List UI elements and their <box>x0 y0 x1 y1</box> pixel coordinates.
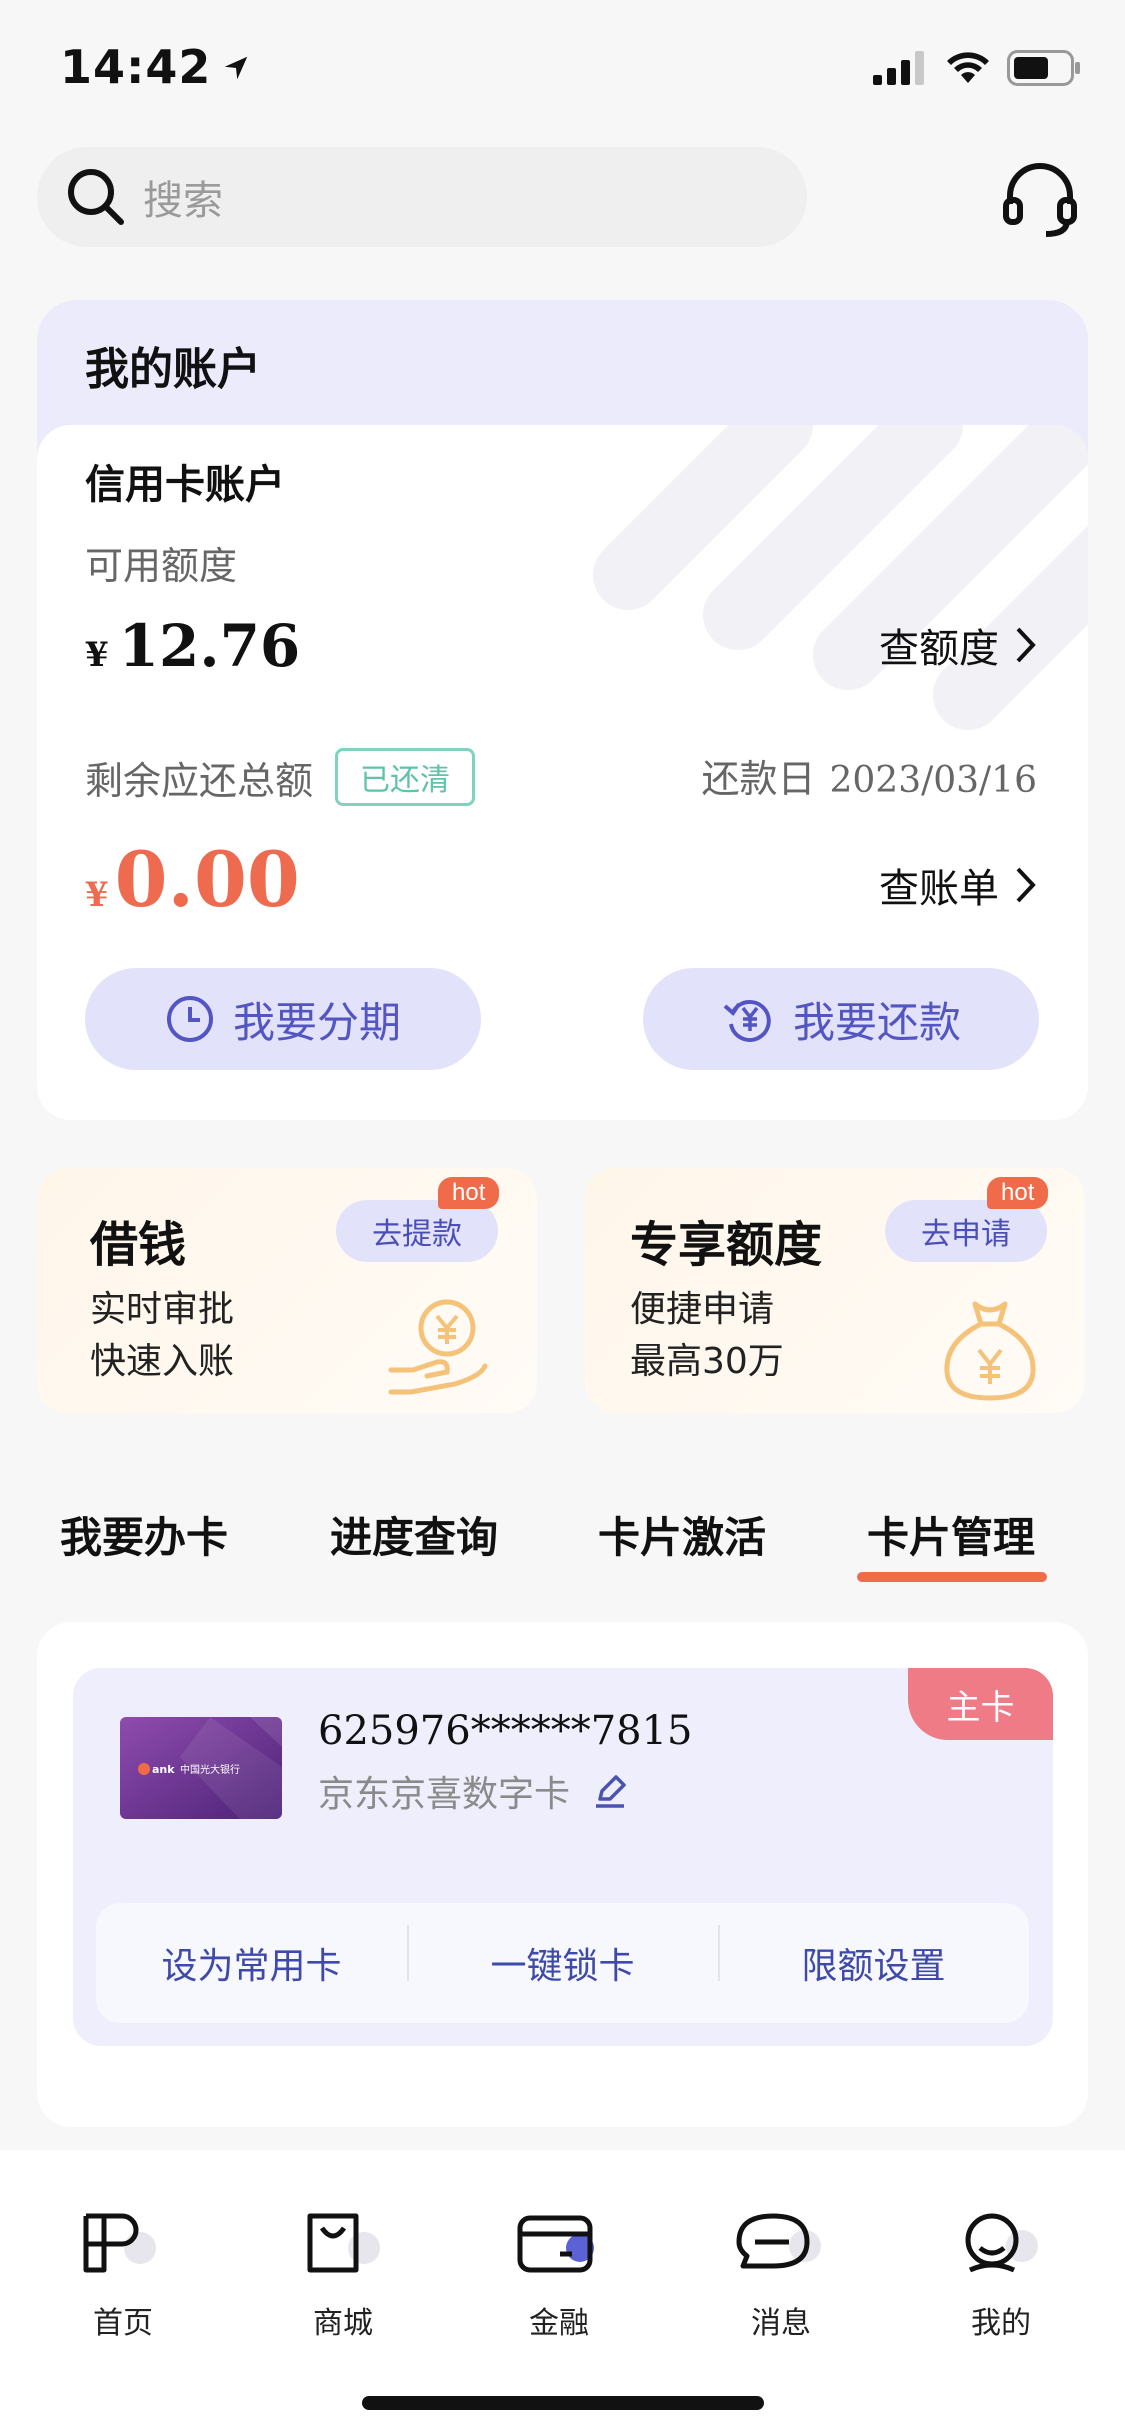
repay-button[interactable]: 我要还款 <box>643 968 1039 1070</box>
credit-account-title: 信用卡账户 <box>85 462 285 508</box>
card-number: 625976******7815 <box>318 1708 693 1754</box>
nav-home[interactable]: 首页 <box>53 2210 193 2342</box>
tab-progress[interactable]: 进度查询 <box>330 1504 498 1565</box>
withdraw-button[interactable]: 去提款 <box>336 1200 498 1262</box>
paid-badge: 已还清 <box>335 748 476 806</box>
search-input[interactable]: 搜索 <box>37 147 807 247</box>
signal-icon <box>873 51 924 85</box>
apply-button[interactable]: 去申请 <box>885 1200 1047 1262</box>
tab-activate[interactable]: 卡片激活 <box>598 1504 766 1565</box>
nav-finance[interactable]: 金融 <box>489 2210 629 2342</box>
chat-icon <box>736 2213 821 2269</box>
account-title: 我的账户 <box>85 344 261 395</box>
chevron-right-icon <box>1016 867 1036 903</box>
check-bill-link[interactable]: 查账单 <box>879 856 1037 914</box>
lock-card-button[interactable]: 一键锁卡 <box>407 1925 718 1989</box>
wallet-icon <box>517 2215 594 2273</box>
card-thumb-bank: 中国光大银行 <box>180 1763 240 1776</box>
due-date: 还款日 2023/03/16 <box>701 757 1037 801</box>
edit-icon[interactable] <box>592 1773 628 1809</box>
card-actions: 设为常用卡 一键锁卡 限额设置 <box>96 1903 1029 2023</box>
remaining-amount: ¥0.00 <box>85 835 300 924</box>
wifi-icon <box>947 52 989 83</box>
user-icon <box>965 2213 1038 2273</box>
chevron-right-icon <box>1016 627 1036 663</box>
limit-settings-button[interactable]: 限额设置 <box>718 1925 1029 1989</box>
available-limit-label: 可用额度 <box>85 544 238 588</box>
promo-exclusive-line-1: 便捷申请 <box>630 1289 775 1330</box>
tab-apply-card[interactable]: 我要办卡 <box>60 1504 228 1565</box>
status-time: 14:42 <box>60 40 251 94</box>
home-icon <box>83 2213 156 2273</box>
promo-exclusive-title: 专享额度 <box>630 1217 823 1273</box>
check-limit-link[interactable]: 查额度 <box>879 616 1037 674</box>
promo-borrow-line-2: 快速入账 <box>90 1341 235 1382</box>
shopping-bag-icon <box>307 2213 380 2273</box>
location-arrow-icon <box>221 40 251 94</box>
svg-text:ank: ank <box>152 1763 175 1776</box>
search-placeholder: 搜索 <box>143 178 223 224</box>
installment-button[interactable]: 我要分期 <box>85 968 481 1070</box>
clock-icon <box>166 996 213 1042</box>
card-thumbnail: ank 中国光大银行 <box>120 1717 282 1819</box>
remaining-total-label: 剩余应还总额 已还清 <box>85 748 476 806</box>
promo-borrow-title: 借钱 <box>90 1217 187 1273</box>
nav-mall[interactable]: 商城 <box>273 2210 413 2342</box>
active-tab-indicator <box>857 1572 1047 1582</box>
set-default-card-button[interactable]: 设为常用卡 <box>96 1937 407 1989</box>
available-amount: ¥12.76 <box>85 612 301 680</box>
promo-borrow-line-1: 实时审批 <box>90 1289 235 1330</box>
hot-badge: hot <box>438 1177 500 1209</box>
status-icons <box>873 48 1081 88</box>
card-name: 京东京喜数字卡 <box>318 1765 628 1817</box>
promo-exclusive-line-2: 最高30万 <box>630 1341 784 1382</box>
tab-card-management[interactable]: 卡片管理 <box>867 1504 1035 1565</box>
main-card-tag: 主卡 <box>908 1668 1053 1740</box>
coin-hand-icon <box>388 1299 488 1395</box>
customer-service-icon[interactable] <box>1000 160 1080 240</box>
search-icon <box>68 169 124 225</box>
repay-icon <box>723 999 771 1042</box>
nav-messages[interactable]: 消息 <box>711 2210 851 2342</box>
battery-icon <box>1007 50 1080 86</box>
nav-profile[interactable]: 我的 <box>931 2210 1071 2342</box>
money-bag-icon <box>944 1301 1036 1401</box>
home-indicator <box>362 2396 764 2410</box>
hot-badge: hot <box>987 1177 1049 1209</box>
